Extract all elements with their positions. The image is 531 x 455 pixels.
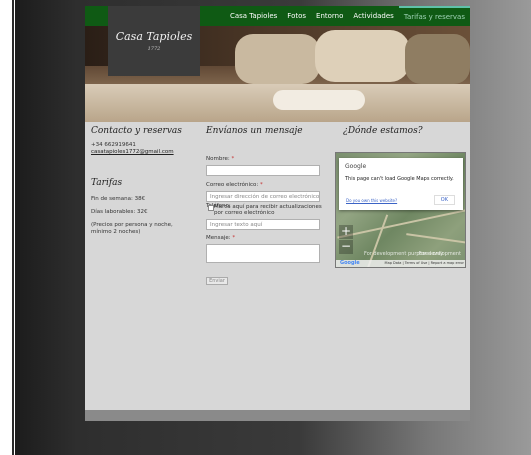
- map-dialog-brand: Google: [345, 163, 367, 170]
- map-error-dialog: Google This page can't load Google Maps …: [339, 158, 463, 210]
- name-label-text: Nombre:: [206, 156, 230, 162]
- map-zoom-out-button[interactable]: −: [339, 240, 353, 254]
- message-textarea[interactable]: [206, 244, 320, 263]
- contact-phone: +34 662919641: [91, 142, 136, 148]
- newsletter-label-text: Marca aquí para recibir actualizaciones …: [214, 204, 322, 216]
- newsletter-checkbox[interactable]: [208, 205, 214, 211]
- email-label: Correo electrónico: *: [206, 182, 326, 188]
- map-road: [406, 233, 465, 245]
- contact-form: Envíanos un mensaje Nombre: * Correo ele…: [206, 122, 326, 285]
- nav-item-actividades[interactable]: Actividades: [348, 6, 398, 26]
- map-dialog-message: This page can't load Google Maps correct…: [345, 176, 454, 182]
- map-road: [337, 209, 465, 239]
- hero-pillow: [235, 34, 320, 84]
- form-heading: Envíanos un mensaje: [206, 126, 303, 136]
- site-footer: [85, 410, 470, 421]
- hero-pillow: [315, 30, 410, 82]
- location-heading: ¿Dónde estamos?: [343, 126, 423, 136]
- nav-item-entorno[interactable]: Entorno: [311, 6, 348, 26]
- required-mark: *: [232, 235, 236, 241]
- email-input[interactable]: Ingresar dirección de correo electrónico: [206, 191, 320, 202]
- nav-item-fotos[interactable]: Fotos: [282, 6, 311, 26]
- map-footer-links[interactable]: Map Data | Terms of Use | Report a map e…: [385, 261, 464, 265]
- map-dialog-link[interactable]: Do you own this website?: [346, 198, 397, 203]
- message-label: Mensaje: *: [206, 235, 326, 241]
- rates-note: (Precios por persona y noche, mínimo 2 n…: [91, 222, 173, 235]
- contact-column: Contacto y reservas +34 662919641 casata…: [91, 122, 201, 236]
- map-zoom-in-button[interactable]: +: [339, 225, 353, 239]
- name-input[interactable]: [206, 165, 320, 176]
- hero-towel-roll: [273, 90, 365, 110]
- message-label-text: Mensaje:: [206, 235, 231, 241]
- site-container: Casa Tapioles Fotos Entorno Actividades …: [85, 6, 470, 421]
- left-edge: [0, 0, 15, 455]
- google-map[interactable]: Google This page can't load Google Maps …: [335, 152, 466, 268]
- nav-item-casa-tapioles[interactable]: Casa Tapioles: [225, 6, 282, 26]
- required-mark: *: [231, 156, 235, 162]
- map-dialog-ok-button[interactable]: OK: [433, 195, 455, 205]
- required-mark: *: [260, 182, 263, 188]
- contact-heading: Contacto y reservas: [91, 126, 182, 136]
- left-edge-line: [12, 0, 14, 455]
- rates-weekend: Fin de semana: 38€: [91, 196, 146, 202]
- site-logo[interactable]: Casa Tapioles 1772: [108, 6, 200, 76]
- rates-weekdays: Días laborables: 32€: [91, 209, 148, 215]
- map-watermark: For development: [418, 251, 461, 257]
- send-button[interactable]: Enviar: [206, 277, 228, 285]
- logo-year: 1772: [147, 46, 161, 52]
- name-label: Nombre: *: [206, 156, 326, 162]
- email-label-text: Correo electrónico:: [206, 182, 259, 188]
- hero-pillow: [405, 34, 470, 84]
- contact-email-link[interactable]: casatapioles1772@gmail.com: [91, 149, 201, 156]
- newsletter-checkbox-label[interactable]: Marca aquí para recibir actualizaciones …: [208, 204, 326, 216]
- location-column: ¿Dónde estamos?: [335, 122, 467, 136]
- rates-heading: Tarifas: [91, 178, 123, 188]
- newsletter-phone-overlap: Teléfono: Marca aquí para recibir actual…: [206, 203, 326, 223]
- logo-title: Casa Tapioles: [115, 30, 193, 43]
- map-footer: Google Map Data | Terms of Use | Report …: [336, 260, 465, 267]
- map-google-logo: Google: [340, 260, 360, 266]
- nav-item-tarifas[interactable]: Tarifas y reservas: [398, 6, 470, 26]
